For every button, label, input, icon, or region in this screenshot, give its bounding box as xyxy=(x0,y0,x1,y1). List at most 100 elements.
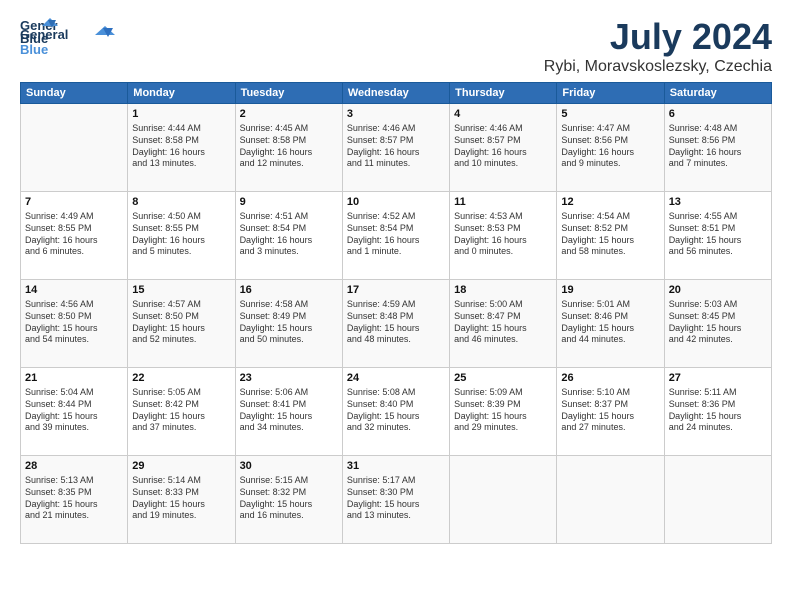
calendar-cell: 9Sunrise: 4:51 AMSunset: 8:54 PMDaylight… xyxy=(235,192,342,280)
day-number: 25 xyxy=(454,371,552,386)
day-number: 28 xyxy=(25,459,123,474)
calendar-cell: 10Sunrise: 4:52 AMSunset: 8:54 PMDayligh… xyxy=(342,192,449,280)
calendar-cell: 18Sunrise: 5:00 AMSunset: 8:47 PMDayligh… xyxy=(450,280,557,368)
title-area: July 2024 Rybi, Moravskoslezsky, Czechia xyxy=(544,16,772,76)
day-info: Sunrise: 4:54 AMSunset: 8:52 PMDaylight:… xyxy=(561,211,659,259)
calendar-cell: 8Sunrise: 4:50 AMSunset: 8:55 PMDaylight… xyxy=(128,192,235,280)
day-number: 19 xyxy=(561,283,659,298)
header-row: Sunday Monday Tuesday Wednesday Thursday… xyxy=(21,83,772,104)
day-number: 22 xyxy=(132,371,230,386)
day-info: Sunrise: 4:57 AMSunset: 8:50 PMDaylight:… xyxy=(132,299,230,347)
calendar-cell: 2Sunrise: 4:45 AMSunset: 8:58 PMDaylight… xyxy=(235,104,342,192)
day-number: 23 xyxy=(240,371,338,386)
day-number: 4 xyxy=(454,107,552,122)
day-info: Sunrise: 4:46 AMSunset: 8:57 PMDaylight:… xyxy=(454,123,552,171)
day-number: 6 xyxy=(669,107,767,122)
subtitle: Rybi, Moravskoslezsky, Czechia xyxy=(544,58,772,76)
day-info: Sunrise: 5:03 AMSunset: 8:45 PMDaylight:… xyxy=(669,299,767,347)
day-number: 10 xyxy=(347,195,445,210)
day-info: Sunrise: 5:01 AMSunset: 8:46 PMDaylight:… xyxy=(561,299,659,347)
day-number: 7 xyxy=(25,195,123,210)
day-number: 26 xyxy=(561,371,659,386)
calendar-cell: 31Sunrise: 5:17 AMSunset: 8:30 PMDayligh… xyxy=(342,456,449,544)
day-info: Sunrise: 5:00 AMSunset: 8:47 PMDaylight:… xyxy=(454,299,552,347)
col-tuesday: Tuesday xyxy=(235,83,342,104)
day-info: Sunrise: 4:50 AMSunset: 8:55 PMDaylight:… xyxy=(132,211,230,259)
day-info: Sunrise: 4:48 AMSunset: 8:56 PMDaylight:… xyxy=(669,123,767,171)
page: General Blue General Blue July 2 xyxy=(0,0,792,612)
day-number: 30 xyxy=(240,459,338,474)
day-info: Sunrise: 5:09 AMSunset: 8:39 PMDaylight:… xyxy=(454,387,552,435)
day-info: Sunrise: 4:44 AMSunset: 8:58 PMDaylight:… xyxy=(132,123,230,171)
calendar-cell: 26Sunrise: 5:10 AMSunset: 8:37 PMDayligh… xyxy=(557,368,664,456)
calendar-cell: 25Sunrise: 5:09 AMSunset: 8:39 PMDayligh… xyxy=(450,368,557,456)
svg-text:Blue: Blue xyxy=(20,31,48,46)
day-info: Sunrise: 4:51 AMSunset: 8:54 PMDaylight:… xyxy=(240,211,338,259)
calendar-cell: 7Sunrise: 4:49 AMSunset: 8:55 PMDaylight… xyxy=(21,192,128,280)
calendar-cell: 17Sunrise: 4:59 AMSunset: 8:48 PMDayligh… xyxy=(342,280,449,368)
day-number: 17 xyxy=(347,283,445,298)
day-info: Sunrise: 4:49 AMSunset: 8:55 PMDaylight:… xyxy=(25,211,123,259)
day-number: 14 xyxy=(25,283,123,298)
day-number: 9 xyxy=(240,195,338,210)
logo: General Blue General Blue xyxy=(20,16,140,65)
day-info: Sunrise: 5:14 AMSunset: 8:33 PMDaylight:… xyxy=(132,475,230,523)
day-info: Sunrise: 5:08 AMSunset: 8:40 PMDaylight:… xyxy=(347,387,445,435)
calendar-table: Sunday Monday Tuesday Wednesday Thursday… xyxy=(20,82,772,544)
col-friday: Friday xyxy=(557,83,664,104)
day-number: 3 xyxy=(347,107,445,122)
day-number: 18 xyxy=(454,283,552,298)
day-info: Sunrise: 5:10 AMSunset: 8:37 PMDaylight:… xyxy=(561,387,659,435)
logo-icon: General Blue xyxy=(20,16,58,52)
calendar-cell: 11Sunrise: 4:53 AMSunset: 8:53 PMDayligh… xyxy=(450,192,557,280)
day-number: 29 xyxy=(132,459,230,474)
calendar-cell: 16Sunrise: 4:58 AMSunset: 8:49 PMDayligh… xyxy=(235,280,342,368)
week-row-4: 21Sunrise: 5:04 AMSunset: 8:44 PMDayligh… xyxy=(21,368,772,456)
day-info: Sunrise: 5:15 AMSunset: 8:32 PMDaylight:… xyxy=(240,475,338,523)
day-info: Sunrise: 5:04 AMSunset: 8:44 PMDaylight:… xyxy=(25,387,123,435)
calendar-cell: 6Sunrise: 4:48 AMSunset: 8:56 PMDaylight… xyxy=(664,104,771,192)
day-number: 8 xyxy=(132,195,230,210)
calendar-cell: 30Sunrise: 5:15 AMSunset: 8:32 PMDayligh… xyxy=(235,456,342,544)
day-number: 1 xyxy=(132,107,230,122)
day-number: 24 xyxy=(347,371,445,386)
week-row-3: 14Sunrise: 4:56 AMSunset: 8:50 PMDayligh… xyxy=(21,280,772,368)
day-info: Sunrise: 4:58 AMSunset: 8:49 PMDaylight:… xyxy=(240,299,338,347)
day-number: 31 xyxy=(347,459,445,474)
col-monday: Monday xyxy=(128,83,235,104)
col-thursday: Thursday xyxy=(450,83,557,104)
day-info: Sunrise: 4:59 AMSunset: 8:48 PMDaylight:… xyxy=(347,299,445,347)
col-wednesday: Wednesday xyxy=(342,83,449,104)
day-number: 16 xyxy=(240,283,338,298)
week-row-5: 28Sunrise: 5:13 AMSunset: 8:35 PMDayligh… xyxy=(21,456,772,544)
calendar-cell: 19Sunrise: 5:01 AMSunset: 8:46 PMDayligh… xyxy=(557,280,664,368)
col-sunday: Sunday xyxy=(21,83,128,104)
calendar-cell: 28Sunrise: 5:13 AMSunset: 8:35 PMDayligh… xyxy=(21,456,128,544)
day-number: 27 xyxy=(669,371,767,386)
calendar-cell: 24Sunrise: 5:08 AMSunset: 8:40 PMDayligh… xyxy=(342,368,449,456)
day-info: Sunrise: 4:47 AMSunset: 8:56 PMDaylight:… xyxy=(561,123,659,171)
day-number: 5 xyxy=(561,107,659,122)
calendar-cell: 5Sunrise: 4:47 AMSunset: 8:56 PMDaylight… xyxy=(557,104,664,192)
calendar-cell: 29Sunrise: 5:14 AMSunset: 8:33 PMDayligh… xyxy=(128,456,235,544)
calendar-cell: 3Sunrise: 4:46 AMSunset: 8:57 PMDaylight… xyxy=(342,104,449,192)
calendar-cell: 12Sunrise: 4:54 AMSunset: 8:52 PMDayligh… xyxy=(557,192,664,280)
calendar-cell: 22Sunrise: 5:05 AMSunset: 8:42 PMDayligh… xyxy=(128,368,235,456)
day-info: Sunrise: 5:11 AMSunset: 8:36 PMDaylight:… xyxy=(669,387,767,435)
day-info: Sunrise: 5:17 AMSunset: 8:30 PMDaylight:… xyxy=(347,475,445,523)
day-number: 21 xyxy=(25,371,123,386)
calendar-cell xyxy=(557,456,664,544)
header: General Blue General Blue July 2 xyxy=(20,16,772,76)
calendar-cell: 15Sunrise: 4:57 AMSunset: 8:50 PMDayligh… xyxy=(128,280,235,368)
day-info: Sunrise: 4:52 AMSunset: 8:54 PMDaylight:… xyxy=(347,211,445,259)
main-title: July 2024 xyxy=(544,16,772,58)
day-info: Sunrise: 5:05 AMSunset: 8:42 PMDaylight:… xyxy=(132,387,230,435)
col-saturday: Saturday xyxy=(664,83,771,104)
calendar-cell: 4Sunrise: 4:46 AMSunset: 8:57 PMDaylight… xyxy=(450,104,557,192)
day-info: Sunrise: 4:46 AMSunset: 8:57 PMDaylight:… xyxy=(347,123,445,171)
day-number: 12 xyxy=(561,195,659,210)
calendar-cell: 21Sunrise: 5:04 AMSunset: 8:44 PMDayligh… xyxy=(21,368,128,456)
calendar-cell xyxy=(664,456,771,544)
day-number: 13 xyxy=(669,195,767,210)
calendar-cell: 27Sunrise: 5:11 AMSunset: 8:36 PMDayligh… xyxy=(664,368,771,456)
